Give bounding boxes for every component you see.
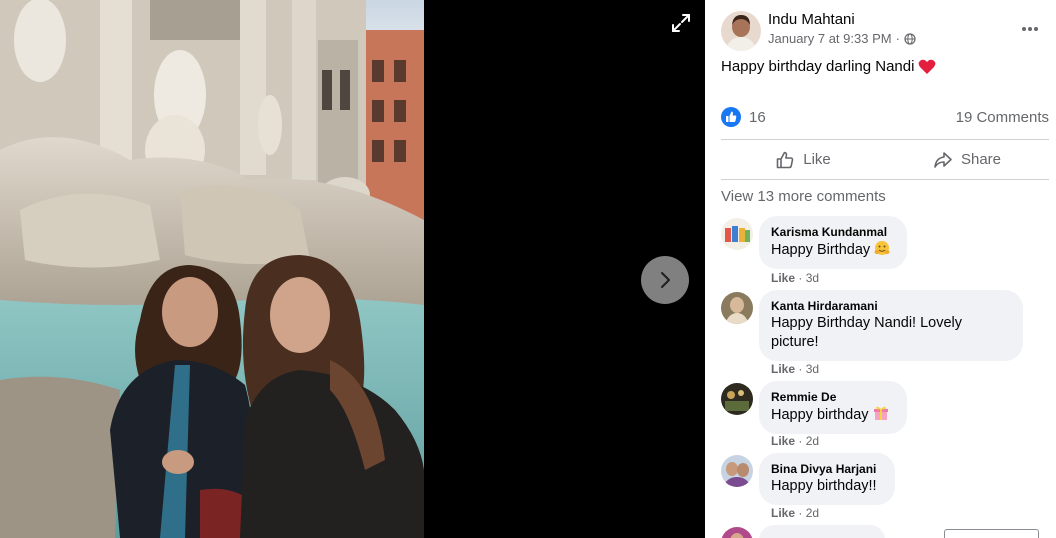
like-button[interactable]: Like: [721, 140, 885, 179]
reactions-summary: 16 19 Comments: [721, 107, 1049, 129]
gift-emoji-icon: [873, 406, 888, 420]
share-button[interactable]: Share: [885, 140, 1049, 179]
trevi-fountain-photo: [0, 0, 424, 538]
comment-count[interactable]: 19 Comments: [956, 109, 1049, 126]
commenter-avatar[interactable]: [721, 455, 753, 487]
reaction-count[interactable]: 16: [749, 109, 766, 126]
like-reaction-icon[interactable]: [721, 107, 741, 127]
commenter-name[interactable]: Kanta Hirdaramani: [771, 298, 1011, 314]
photo-caption-tag: [944, 529, 1039, 538]
commenter-avatar-image: [721, 292, 753, 324]
comment-age[interactable]: 3d: [806, 271, 819, 285]
photo-viewer: [0, 0, 705, 538]
globe-icon[interactable]: [904, 32, 916, 45]
comment-text: Happy birthday!!: [771, 478, 877, 494]
post-meta: January 7 at 9:33 PM ·: [768, 31, 916, 46]
commenter-avatar-image: [721, 527, 753, 538]
comment-age[interactable]: 2d: [806, 434, 819, 448]
post-options-button[interactable]: [1019, 18, 1041, 40]
comment-like-button[interactable]: Like: [771, 506, 795, 520]
author-name[interactable]: Indu Mahtani: [768, 11, 855, 28]
more-horizontal-icon: [1022, 27, 1038, 31]
view-more-comments-link[interactable]: View 13 more comments: [721, 188, 886, 205]
comment-actions: Like · 2d: [771, 434, 820, 448]
meta-separator: ·: [895, 31, 900, 46]
expand-button[interactable]: [668, 10, 694, 36]
post-text: Happy birthday darling Nandi: [721, 58, 936, 75]
comment-text: Happy birthday: [771, 405, 895, 425]
commenter-avatar-image: [721, 455, 753, 487]
chevron-right-icon: [661, 272, 670, 288]
commenter-avatar-image: [721, 218, 753, 250]
comment-actions: Like · 3d: [771, 271, 820, 285]
post-actions: Like Share: [721, 140, 1049, 179]
comment-actions: Like · 2d: [771, 506, 820, 520]
post-timestamp[interactable]: January 7 at 9:33 PM: [768, 31, 892, 46]
commenter-avatar[interactable]: [721, 292, 753, 324]
comment-actions: Like · 3d: [771, 362, 820, 376]
comment-text: Happy Birthday: [771, 240, 895, 260]
next-photo-button[interactable]: [641, 256, 689, 304]
expand-icon: [672, 14, 690, 32]
comment-like-button[interactable]: Like: [771, 434, 795, 448]
commenter-name[interactable]: Bina Divya Harjani: [771, 461, 883, 477]
commenter-avatar[interactable]: [721, 218, 753, 250]
thumbs-up-icon: [776, 151, 794, 168]
commenter-name[interactable]: Remmie De: [771, 389, 895, 405]
share-icon: [934, 151, 952, 168]
heart-emoji-icon: [919, 59, 936, 74]
comment-bubble: Bina Divya Harjani Happy birthday!!: [759, 453, 895, 505]
comment-age[interactable]: 3d: [806, 362, 819, 376]
comment-text-line: picture!: [771, 334, 819, 350]
post-message: Happy birthday darling Nandi: [721, 58, 915, 75]
comment-bubble: Kanta Hirdaramani Happy Birthday Nandi! …: [759, 290, 1023, 361]
commenter-avatar[interactable]: [721, 527, 753, 538]
author-avatar[interactable]: [721, 11, 761, 51]
comment-like-button[interactable]: Like: [771, 362, 795, 376]
commenter-name[interactable]: Karisma Kundanmal: [771, 224, 895, 240]
like-label: Like: [803, 151, 831, 168]
comment-bubble: Karisma Kundanmal Happy Birthday: [759, 216, 907, 269]
post-photo[interactable]: [0, 0, 424, 538]
comment-age[interactable]: 2d: [806, 506, 819, 520]
divider: [721, 179, 1049, 180]
commenter-avatar-image: [721, 383, 753, 415]
commenter-avatar[interactable]: [721, 383, 753, 415]
author-avatar-image: [721, 11, 761, 51]
comment-text-line: Happy Birthday Nandi! Lovely: [771, 315, 963, 331]
comment-like-button[interactable]: Like: [771, 271, 795, 285]
post-panel: Indu Mahtani January 7 at 9:33 PM · Happ…: [705, 0, 1056, 538]
hugging-face-emoji-icon: [874, 241, 890, 255]
comment-bubble: [759, 525, 885, 538]
comment-bubble: Remmie De Happy birthday: [759, 381, 907, 434]
share-label: Share: [960, 151, 1002, 168]
